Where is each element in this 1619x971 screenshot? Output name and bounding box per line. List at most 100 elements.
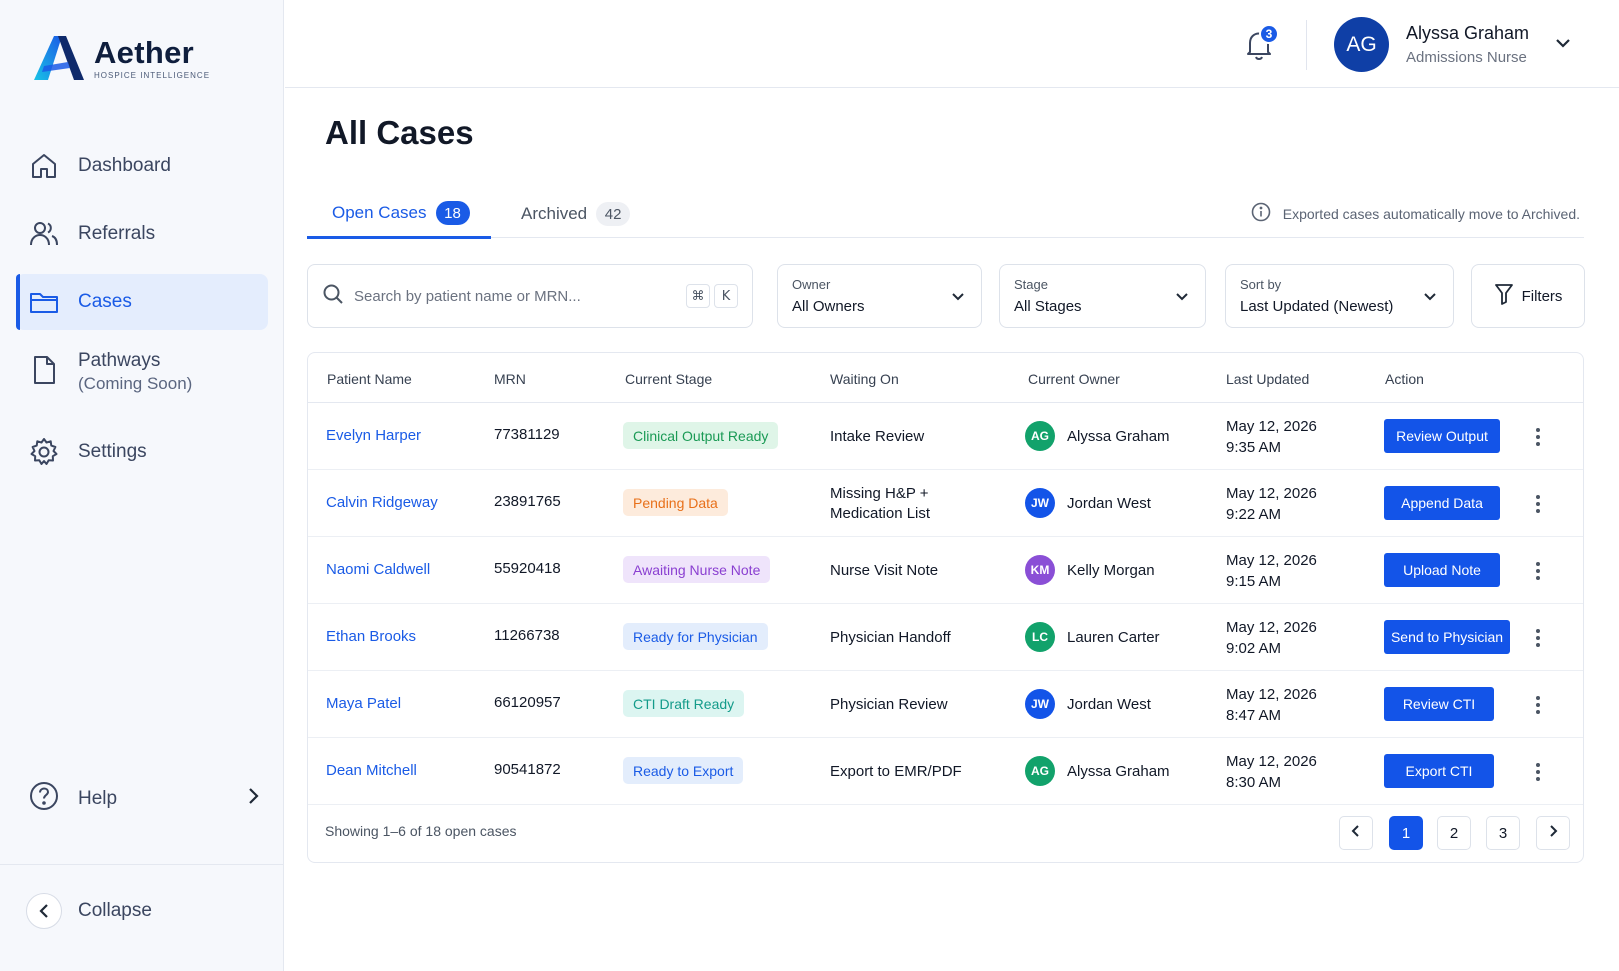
more-options-icon[interactable]: [1528, 760, 1548, 784]
column-header: Last Updated: [1226, 371, 1310, 387]
owner-select[interactable]: Owner All Owners: [777, 264, 982, 328]
chevron-right-icon: [246, 787, 260, 811]
tab-open-cases[interactable]: Open Cases 18: [307, 190, 491, 239]
more-options-icon[interactable]: [1528, 425, 1548, 449]
updated-date: May 12, 2026: [1226, 686, 1317, 703]
notification-badge: 3: [1259, 24, 1279, 44]
owner-cell: JW Jordan West: [1025, 488, 1151, 518]
avatar: JW: [1025, 488, 1055, 518]
chevron-left-icon: [1351, 824, 1361, 842]
more-options-icon[interactable]: [1528, 492, 1548, 516]
file-icon: [28, 354, 60, 386]
row-action-button[interactable]: Append Data: [1384, 486, 1500, 520]
sidebar-item-cases[interactable]: Cases: [16, 274, 268, 330]
patient-name-link[interactable]: Naomi Caldwell: [326, 561, 430, 578]
search-input[interactable]: [354, 287, 686, 305]
more-options-icon[interactable]: [1528, 626, 1548, 650]
table-row[interactable]: Calvin Ridgeway 23891765 Pending Data Missi…: [308, 470, 1583, 537]
next-page-button[interactable]: [1536, 816, 1570, 850]
patient-name-link[interactable]: Evelyn Harper: [326, 427, 421, 444]
table-row[interactable]: Dean Mitchell 90541872 Ready to Export Expo…: [308, 738, 1583, 805]
filters-button[interactable]: Filters: [1471, 264, 1585, 328]
waiting-on-line: Missing H&P +: [830, 485, 929, 502]
mrn-value: 11266738: [494, 627, 560, 644]
tab-label: Archived: [521, 204, 588, 223]
sidebar-item-pathways[interactable]: Pathways (Coming Soon): [16, 342, 268, 412]
user-menu[interactable]: AG Alyssa Graham Admissions Nurse: [1334, 17, 1571, 72]
owner-name: Jordan West: [1067, 695, 1151, 713]
owner-name: Kelly Morgan: [1067, 561, 1155, 579]
owner-name: Lauren Carter: [1067, 628, 1160, 646]
last-updated: May 12, 2026 9:22 AM: [1226, 483, 1317, 525]
updated-time: 9:15 AM: [1226, 573, 1282, 590]
updated-time: 9:22 AM: [1226, 506, 1282, 523]
column-header: Patient Name: [327, 371, 412, 387]
table-row[interactable]: Evelyn Harper 77381129 Clinical Output Rea…: [308, 403, 1583, 470]
mrn-value: 55920418: [494, 560, 561, 577]
sort-select-value: Last Updated (Newest): [1240, 298, 1394, 315]
page-button-1[interactable]: 1: [1389, 816, 1423, 850]
row-action-button[interactable]: Upload Note: [1384, 553, 1500, 587]
row-action-button[interactable]: Review CTI: [1384, 687, 1494, 721]
stage-badge: Clinical Output Ready: [623, 422, 779, 449]
tab-count-badge: 42: [596, 202, 631, 226]
owner-name: Jordan West: [1067, 494, 1151, 512]
user-name: Alyssa Graham: [1406, 23, 1530, 43]
waiting-on: Intake Review: [830, 427, 924, 447]
patient-name-link[interactable]: Ethan Brooks: [326, 628, 416, 645]
avatar: AG: [1334, 17, 1389, 72]
filter-funnel-icon: [1494, 283, 1514, 309]
patient-name-link[interactable]: Dean Mitchell: [326, 762, 417, 779]
sidebar-item-label: Dashboard: [78, 155, 171, 176]
archive-info-note: Exported cases automatically move to Arc…: [1251, 202, 1580, 225]
more-options-icon[interactable]: [1528, 693, 1548, 717]
k-key: K: [714, 284, 738, 308]
previous-page-button[interactable]: [1339, 816, 1373, 850]
search-box: ⌘ K: [307, 264, 753, 328]
filters-label: Filters: [1521, 287, 1563, 305]
updated-date: May 12, 2026: [1226, 418, 1317, 435]
sidebar-item-label: Cases: [78, 291, 132, 312]
avatar: LC: [1025, 622, 1055, 652]
info-text: Exported cases automatically move to Arc…: [1282, 205, 1580, 222]
patient-name-link[interactable]: Calvin Ridgeway: [326, 494, 438, 511]
waiting-on: Nurse Visit Note: [830, 561, 938, 581]
help-label: Help: [78, 788, 118, 809]
row-action-button[interactable]: Review Output: [1384, 419, 1500, 453]
table-row[interactable]: Maya Patel 66120957 CTI Draft Ready Physici…: [308, 671, 1583, 738]
sort-select[interactable]: Sort by Last Updated (Newest): [1225, 264, 1454, 328]
chevron-left-icon: [26, 893, 62, 929]
patient-name-link[interactable]: Maya Patel: [326, 695, 401, 712]
sidebar-item-label: Referrals: [78, 223, 156, 244]
collapse-button[interactable]: Collapse: [26, 893, 152, 929]
row-action-button[interactable]: Send to Physician: [1384, 620, 1510, 654]
more-options-icon[interactable]: [1528, 559, 1548, 583]
stage-badge: Ready for Physician: [623, 623, 768, 650]
sidebar-item-settings[interactable]: Settings: [16, 424, 268, 480]
avatar: AG: [1025, 756, 1055, 786]
table-row[interactable]: Ethan Brooks 11266738 Ready for Physician P…: [308, 604, 1583, 671]
owner-name: Alyssa Graham: [1067, 762, 1170, 780]
sidebar-item-referrals[interactable]: Referrals: [16, 206, 268, 262]
sort-select-label: Sort by: [1240, 277, 1282, 292]
tab-archived[interactable]: Archived 42: [521, 190, 631, 238]
updated-time: 9:35 AM: [1226, 439, 1282, 456]
users-icon: [28, 218, 60, 250]
stage-badge: Pending Data: [623, 489, 728, 516]
last-updated: May 12, 2026 8:30 AM: [1226, 751, 1317, 793]
table-row[interactable]: Naomi Caldwell 55920418 Awaiting Nurse Not…: [308, 537, 1583, 604]
row-action-button[interactable]: Export CTI: [1384, 754, 1494, 788]
page-button-2[interactable]: 2: [1437, 816, 1471, 850]
sidebar-item-dashboard[interactable]: Dashboard: [16, 138, 268, 194]
last-updated: May 12, 2026 9:02 AM: [1226, 617, 1317, 659]
page-button-3[interactable]: 3: [1486, 816, 1520, 850]
waiting-on: Export to EMR/PDF: [830, 762, 962, 782]
stage-select[interactable]: Stage All Stages: [999, 264, 1206, 328]
owner-name: Alyssa Graham: [1067, 427, 1170, 445]
home-icon: [28, 150, 60, 182]
owner-cell: JW Jordan West: [1025, 689, 1151, 719]
brand-logo[interactable]: Aether HOSPICE INTELLIGENCE: [32, 32, 210, 84]
tab-count-badge: 18: [435, 201, 470, 225]
pagination-summary: Showing 1–6 of 18 open cases: [325, 823, 517, 839]
help-menu[interactable]: Help: [28, 780, 260, 818]
